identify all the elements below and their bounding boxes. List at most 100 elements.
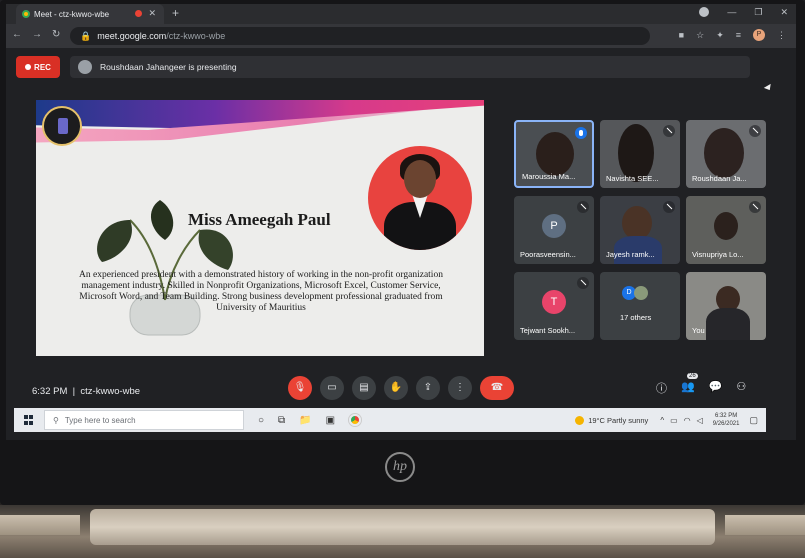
photo-of-laptop: Meet - ctz-kwwo-wbe ✕ + — ❐ ✕ ← → ↻ 🔒 me… — [0, 0, 805, 558]
menu-kebab-icon[interactable]: ⋮ — [777, 30, 786, 41]
new-tab-button[interactable]: + — [172, 6, 179, 20]
wifi-icon[interactable]: ◠ — [684, 416, 691, 425]
meeting-info: 6:32 PM | ctz-kwwo-wbe — [32, 386, 141, 397]
browser-tab-bar: Meet - ctz-kwwo-wbe ✕ + — ❐ ✕ — [6, 4, 796, 24]
close-window-icon[interactable]: ✕ — [780, 7, 788, 18]
url-host: meet.google.com — [97, 31, 167, 41]
mic-off-icon — [663, 201, 675, 213]
self-tile[interactable]: You — [686, 272, 766, 340]
mic-off-icon — [577, 201, 589, 213]
battery-icon[interactable]: ▭ — [670, 416, 678, 425]
mic-off-icon — [749, 125, 761, 137]
participant-tile[interactable]: Roushdaan Ja... — [686, 120, 766, 188]
weather-widget[interactable]: 19°C Partly sunny — [575, 415, 649, 425]
participant-avatar: P — [542, 214, 566, 238]
taskbar-clock[interactable]: 6:32 PM 9/26/2021 — [713, 412, 740, 428]
maximize-icon[interactable]: ❐ — [754, 7, 762, 18]
close-tab-icon[interactable]: ✕ — [148, 8, 156, 19]
volume-icon[interactable]: ◁ — [697, 416, 703, 425]
profile-avatar[interactable]: P — [753, 29, 765, 41]
file-explorer-icon[interactable]: 📁 — [299, 415, 311, 426]
clock-date: 9/26/2021 — [712, 421, 740, 427]
laptop-hinge — [0, 505, 805, 558]
others-avatar-photo — [634, 286, 648, 300]
chrome-icon[interactable] — [349, 414, 362, 426]
clock-time: 6:32 PM — [714, 413, 738, 419]
camera-toggle-button[interactable]: ▭ — [320, 376, 344, 400]
forward-icon[interactable]: → — [32, 29, 42, 40]
search-icon: ⚲ — [53, 415, 59, 425]
search-placeholder: Type here to search — [64, 415, 136, 425]
speaker-portrait — [368, 146, 472, 250]
captions-button[interactable]: ▤ — [352, 376, 376, 400]
back-icon[interactable]: ← — [12, 29, 22, 40]
chat-icon[interactable]: 💬 — [709, 380, 723, 396]
camera-in-use-icon[interactable]: ■ — [679, 30, 684, 40]
presenting-text: Roushdaan Jahangeer is presenting — [100, 62, 237, 72]
lock-icon: 🔒 — [80, 30, 92, 41]
participant-name: Poorasveensin... — [520, 250, 576, 259]
speaker-bio: An experienced president with a demonstr… — [79, 270, 443, 313]
raise-hand-button[interactable]: ✋ — [384, 376, 408, 400]
mic-off-icon — [749, 201, 761, 213]
presenter-avatar — [78, 60, 92, 74]
windows-taskbar: ⚲ Type here to search ○ ⧉ 📁 ▣ 19°C Partl… — [14, 408, 766, 432]
reading-list-icon[interactable]: ≡ — [736, 30, 741, 40]
reload-icon[interactable]: ↻ — [52, 29, 60, 40]
url-path: /ctz-kwwo-wbe — [166, 31, 226, 41]
participant-tile[interactable]: Navishta SEE... — [600, 120, 680, 188]
tab-title: Meet - ctz-kwwo-wbe — [34, 9, 110, 19]
mouse-cursor-icon — [763, 83, 774, 93]
task-view-icon[interactable]: ⧉ — [278, 415, 285, 426]
activities-icon[interactable]: ⚇ — [736, 380, 746, 396]
leave-call-button[interactable]: ☎ — [480, 376, 514, 400]
people-icon[interactable]: 👥 26 — [681, 373, 698, 396]
profile-indicator-icon[interactable] — [699, 7, 710, 17]
meeting-time: 6:32 PM — [32, 386, 68, 397]
participant-tile[interactable]: T Tejwant Sookh... — [514, 272, 594, 340]
address-bar[interactable]: 🔒 meet.google.com/ctz-kwwo-wbe — [70, 27, 650, 45]
organization-logo — [42, 106, 82, 146]
recording-badge: REC — [16, 56, 60, 78]
mic-toggle-button[interactable]: 🎙 — [288, 376, 312, 400]
laptop-screen: Meet - ctz-kwwo-wbe ✕ + — ❐ ✕ ← → ↻ 🔒 me… — [6, 4, 796, 440]
participant-tile[interactable]: P Poorasveensin... — [514, 196, 594, 264]
participant-tile[interactable]: Maroussia Ma... — [514, 120, 594, 188]
participant-name: Visnupriya Lo... — [692, 250, 744, 259]
hp-logo: hp — [385, 452, 415, 482]
participant-name: Maroussia Ma... — [522, 172, 576, 181]
bookmark-star-icon[interactable]: ☆ — [696, 30, 704, 41]
participant-tile[interactable]: Visnupriya Lo... — [686, 196, 766, 264]
laptop-bezel: Meet - ctz-kwwo-wbe ✕ + — ❐ ✕ ← → ↻ 🔒 me… — [0, 0, 805, 505]
more-options-button[interactable]: ⋮ — [448, 376, 472, 400]
extensions-puzzle-icon[interactable]: ✦ — [716, 30, 724, 41]
tray-chevron-icon[interactable]: ^ — [660, 416, 664, 425]
minimize-icon[interactable]: — — [727, 7, 736, 18]
record-dot-icon — [25, 64, 32, 70]
mic-off-icon — [663, 125, 675, 137]
windows-start-icon[interactable] — [24, 415, 34, 425]
speaker-name: Miss Ameegah Paul — [188, 210, 331, 229]
present-screen-button[interactable]: ⇪ — [416, 376, 440, 400]
weather-text: 19°C Partly sunny — [588, 415, 649, 425]
recording-indicator-icon — [135, 10, 142, 17]
extensions-area: ■ ☆ ✦ ≡ P ⋮ — [679, 29, 786, 41]
taskbar-search-input[interactable]: ⚲ Type here to search — [44, 410, 244, 430]
system-tray: ^ ▭ ◠ ◁ — [660, 416, 702, 425]
browser-toolbar: ← → ↻ 🔒 meet.google.com/ctz-kwwo-wbe ■ ☆… — [6, 24, 796, 48]
others-tile[interactable]: D 17 others — [600, 272, 680, 340]
participant-name: Roushdaan Ja... — [692, 174, 747, 183]
rec-label: REC — [34, 62, 51, 72]
notifications-icon[interactable]: ▢ — [749, 415, 758, 426]
nav-buttons: ← → ↻ — [12, 29, 60, 40]
meet-favicon-icon — [22, 10, 30, 18]
taskbar-apps: ○ ⧉ 📁 ▣ — [258, 414, 362, 426]
participant-name: Jayesh ramk... — [606, 250, 655, 259]
participant-name: Tejwant Sookh... — [520, 326, 576, 335]
sticky-notes-icon[interactable]: ▣ — [326, 415, 335, 426]
browser-tab[interactable]: Meet - ctz-kwwo-wbe ✕ — [16, 4, 164, 24]
participant-tile[interactable]: Jayesh ramk... — [600, 196, 680, 264]
cortana-icon[interactable]: ○ — [258, 415, 264, 426]
meeting-details-icon[interactable]: ⓘ — [656, 380, 667, 396]
window-controls: — ❐ ✕ — [699, 7, 788, 18]
